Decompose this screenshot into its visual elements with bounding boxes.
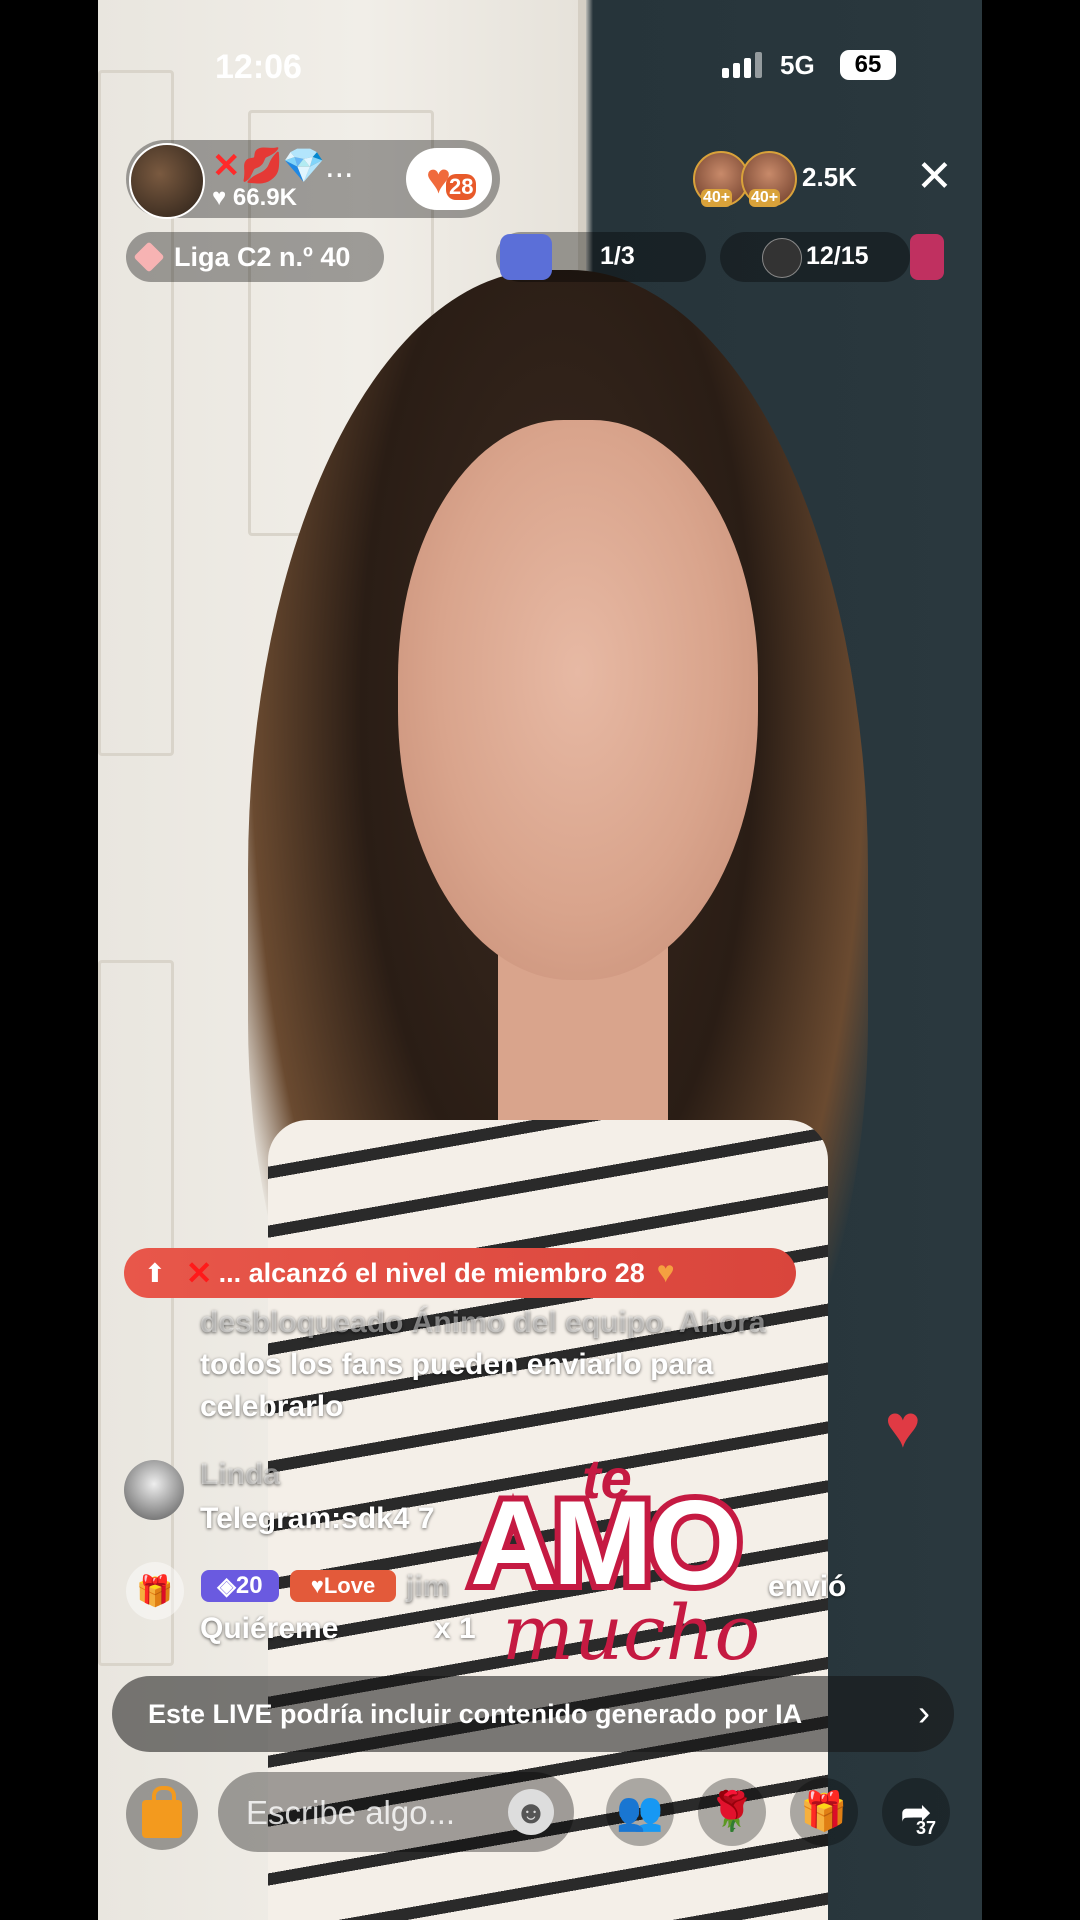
rank-progress: 12/15 [806, 242, 869, 270]
member-level: 28 [446, 174, 477, 200]
status-time: 12:06 [215, 48, 302, 86]
sticker-bottom: mucho [502, 1588, 761, 1677]
chat-message: Telegram:sdk4 7 [200, 1502, 435, 1535]
fan-level: 20 [235, 1572, 263, 1599]
gift-box-icon[interactable]: 🎁 [790, 1778, 858, 1846]
viewer-badge: 40+ [701, 189, 733, 207]
bottom-bar: Escribe algo... ☻ 👥 🌹 🎁 ➦ 37 [0, 1772, 1080, 1852]
network-label: 5G [780, 50, 815, 80]
ai-content-notice[interactable]: Este LIVE podría incluir contenido gener… [112, 1676, 954, 1752]
shop-bag-icon[interactable] [126, 1778, 198, 1850]
gem-icon [133, 241, 165, 273]
goal-widget[interactable]: 1/3 [496, 232, 706, 282]
chevron-right-icon: › [918, 1692, 930, 1733]
member-level-banner: ⬆ ✕ ... alcanzó el nivel de miembro 28 ♥ [124, 1248, 796, 1298]
member-banner-text: ... alcanzó el nivel de miembro 28 [218, 1257, 645, 1288]
viewer-badge: 40+ [749, 189, 781, 207]
host-name: ✕💋💎... [212, 146, 354, 186]
league-label: Liga C2 n.º 40 [174, 241, 351, 272]
system-message-line: celebrarlo [200, 1390, 344, 1423]
gift-name: Quiéreme [200, 1612, 339, 1645]
chat-user-avatar[interactable] [124, 1460, 184, 1520]
rank-icon[interactable] [910, 234, 944, 280]
host-name-text: 💋💎... [240, 147, 354, 185]
sticker-top: te [582, 1447, 632, 1510]
comment-placeholder: Escribe algo... [246, 1794, 456, 1831]
heart-icon: ♥ [656, 1256, 675, 1289]
rose-gift-icon[interactable]: 🌹 [698, 1778, 766, 1846]
gift-icon: 🎁 [126, 1562, 184, 1620]
member-button[interactable]: ♥ 28 [406, 148, 492, 210]
rank-avatar [762, 238, 802, 278]
floating-heart-icon: ♥ [885, 1393, 921, 1460]
signal-icon [722, 52, 762, 78]
viewer-count[interactable]: 2.5K [802, 162, 857, 193]
close-icon[interactable]: ✕ [916, 155, 953, 199]
te-amo-sticker: AMO te mucho [462, 1438, 772, 1688]
viewer-avatar[interactable]: 40+ [741, 151, 797, 207]
multi-guest-icon[interactable]: 👥 [606, 1778, 674, 1846]
fan-level-badge: ◈ 20 [201, 1570, 279, 1602]
league-badge[interactable]: Liga C2 n.º 40 [126, 232, 384, 282]
comment-input[interactable]: Escribe algo... ☻ [218, 1772, 574, 1852]
gift-username[interactable]: jim [406, 1566, 449, 1608]
goal-progress: 1/3 [600, 242, 635, 270]
top-viewers[interactable]: 40+ 40+ [693, 151, 797, 207]
host-avatar[interactable] [129, 143, 205, 219]
fan-club-badge: ♥ Love [290, 1570, 396, 1602]
battery-icon: 65 [840, 50, 896, 80]
chat-username[interactable]: Linda [200, 1454, 280, 1496]
door-panel [98, 960, 174, 1666]
fan-club-label: Love [323, 1573, 376, 1598]
arrow-up-icon: ⬆ [144, 1257, 166, 1288]
ai-notice-text: Este LIVE podría incluir contenido gener… [148, 1698, 803, 1729]
status-bar: 12:06 5G 65 [0, 0, 1080, 135]
battery-level: 65 [854, 51, 882, 78]
goal-icon [500, 234, 552, 280]
host-info[interactable]: ✕💋💎... ♥ 66.9K ♥ 28 [126, 140, 500, 219]
share-count: 37 [916, 1818, 937, 1838]
system-message-line: todos los fans pueden enviarlo para [200, 1348, 714, 1381]
gift-action: envió [768, 1570, 847, 1603]
system-message-line: desbloqueado Ánimo del equipo. Ahora [200, 1306, 766, 1339]
heart-icon: ♥ 28 [426, 158, 477, 200]
red-x-icon: ✕ [212, 147, 241, 185]
host-likes: ♥ 66.9K [212, 184, 297, 211]
red-x-icon: ✕ [185, 1255, 213, 1291]
person-face [398, 420, 758, 980]
emoji-icon[interactable]: ☻ [508, 1789, 554, 1835]
rank-widget[interactable]: 12/15 [720, 232, 910, 282]
